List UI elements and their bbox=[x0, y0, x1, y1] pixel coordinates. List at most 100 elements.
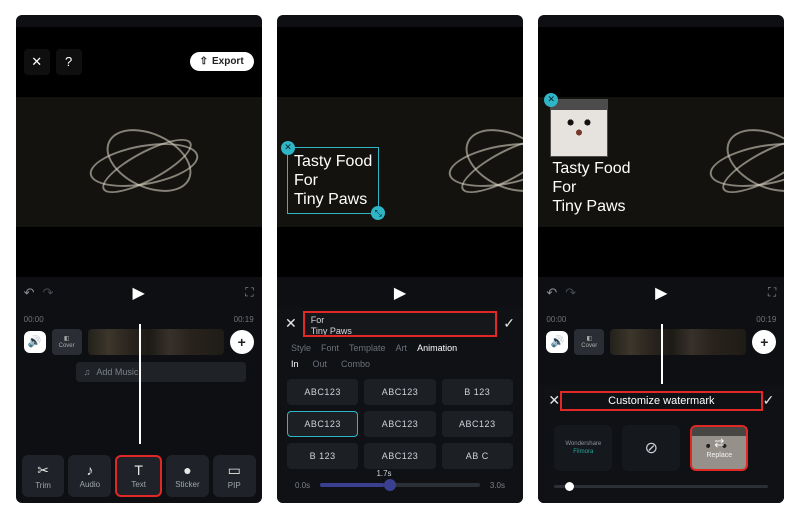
preview-area: ✕ Tasty Food For Tiny Paws ⤡ bbox=[277, 27, 523, 277]
video-track-row: 🔊 ◧ Cover + bbox=[24, 328, 254, 356]
animation-subtabs: In Out Combo bbox=[277, 355, 523, 373]
add-clip-button[interactable]: + bbox=[752, 330, 776, 354]
help-icon: ? bbox=[65, 54, 72, 69]
text-input[interactable]: For Tiny Paws bbox=[303, 311, 498, 337]
text-tabs: Style Font Template Art Animation bbox=[277, 341, 523, 355]
cover-label: Cover bbox=[581, 343, 597, 349]
panel-close-button[interactable]: ✕ bbox=[548, 392, 560, 409]
preview-area: ✕ ? ⇧ Export bbox=[16, 27, 262, 277]
tab-template[interactable]: Template bbox=[349, 343, 386, 353]
fullscreen-button[interactable]: ⛶ bbox=[245, 285, 253, 300]
watermark-panel-header: ✕ Customize watermark ✓ bbox=[538, 385, 784, 417]
anim-preset[interactable]: ABC123 bbox=[364, 411, 435, 437]
duration-slider[interactable]: 1.7s bbox=[320, 483, 480, 487]
none-icon: ⊘ bbox=[645, 438, 658, 458]
preview-area: ✕ Tasty Food For Tiny Paws bbox=[538, 27, 784, 277]
video-clip[interactable] bbox=[610, 329, 746, 355]
panel-close-button[interactable]: ✕ bbox=[285, 315, 297, 332]
transport-row: ▶ bbox=[277, 279, 523, 307]
video-preview[interactable] bbox=[16, 97, 262, 227]
sticker-delete-handle[interactable]: ✕ bbox=[544, 93, 558, 107]
playhead[interactable] bbox=[139, 324, 141, 444]
screen-editor-main: ✕ ? ⇧ Export ↶ ↷ ▶ ⛶ 00:00 00:19 🔊 ◧ bbox=[16, 15, 262, 503]
tab-art[interactable]: Art bbox=[396, 343, 408, 353]
cat-image bbox=[551, 100, 607, 156]
pip-icon: ▭ bbox=[228, 462, 241, 479]
tool-label: Audio bbox=[80, 480, 100, 489]
overlay-line: Tasty Food bbox=[294, 152, 372, 171]
text-input-row: ✕ For Tiny Paws ✓ bbox=[277, 307, 523, 341]
note-icon: ♪ bbox=[86, 462, 93, 478]
panel-confirm-button[interactable]: ✓ bbox=[763, 392, 775, 409]
subtab-in[interactable]: In bbox=[291, 359, 299, 369]
swap-icon: ⇄ bbox=[714, 436, 724, 450]
anim-preset[interactable]: ABC123 bbox=[364, 443, 435, 469]
input-line: Tiny Paws bbox=[311, 326, 490, 337]
anim-preset[interactable]: ABC123 bbox=[364, 379, 435, 405]
undo-button[interactable]: ↶ bbox=[24, 285, 35, 301]
overlay-line: Tiny Paws bbox=[552, 197, 630, 216]
mute-button[interactable]: 🔊 bbox=[24, 331, 46, 353]
input-line: For bbox=[311, 315, 490, 326]
cover-icon: ◧ bbox=[586, 335, 592, 342]
speaker-icon: 🔊 bbox=[28, 335, 42, 348]
anim-preset[interactable]: B 123 bbox=[442, 379, 513, 405]
tab-animation[interactable]: Animation bbox=[417, 343, 457, 353]
playhead[interactable] bbox=[661, 324, 663, 384]
anim-preset[interactable]: ABC123 bbox=[442, 411, 513, 437]
tool-text[interactable]: T Text bbox=[115, 455, 162, 497]
mute-button[interactable]: 🔊 bbox=[546, 331, 568, 353]
watermark-sticker[interactable]: ✕ bbox=[550, 99, 608, 157]
tool-pip[interactable]: ▭ PIP bbox=[213, 455, 256, 497]
overlay-line: For bbox=[552, 178, 630, 197]
add-clip-button[interactable]: + bbox=[230, 330, 254, 354]
anim-preset[interactable]: ABC123 bbox=[287, 411, 358, 437]
timeline[interactable]: 00:00 00:19 🔊 ◧ Cover + bbox=[538, 315, 784, 356]
export-button[interactable]: ⇧ Export bbox=[190, 52, 254, 71]
duration-value: 1.7s bbox=[376, 469, 391, 478]
tool-trim[interactable]: ✂ Trim bbox=[22, 455, 65, 497]
subtab-combo[interactable]: Combo bbox=[341, 359, 370, 369]
video-track-row: 🔊 ◧ Cover + bbox=[546, 328, 776, 356]
panel-confirm-button[interactable]: ✓ bbox=[503, 315, 515, 332]
tab-style[interactable]: Style bbox=[291, 343, 311, 353]
timeline-ruler: 00:00 00:19 bbox=[24, 315, 254, 324]
tool-sticker[interactable]: ● Sticker bbox=[166, 455, 209, 497]
anim-preset[interactable]: ABC123 bbox=[287, 379, 358, 405]
redo-button[interactable]: ↷ bbox=[43, 285, 54, 301]
close-button[interactable]: ✕ bbox=[24, 49, 50, 75]
text-overlay[interactable]: ✕ Tasty Food For Tiny Paws ⤡ bbox=[287, 147, 379, 215]
fullscreen-button[interactable]: ⛶ bbox=[768, 285, 776, 300]
bottom-tool-bar: ✂ Trim ♪ Audio T Text ● Sticker ▭ PIP bbox=[16, 455, 262, 497]
video-clip[interactable] bbox=[88, 329, 224, 355]
undo-button[interactable]: ↶ bbox=[546, 285, 557, 301]
preview-graphic bbox=[699, 117, 784, 207]
watermark-opacity-slider[interactable] bbox=[554, 485, 768, 488]
tab-font[interactable]: Font bbox=[321, 343, 339, 353]
ruler-tick: 00:00 bbox=[546, 315, 566, 324]
anim-preset[interactable]: AB C bbox=[442, 443, 513, 469]
play-button[interactable]: ▶ bbox=[133, 283, 145, 303]
transport-row: ↶ ↷ ▶ ⛶ bbox=[16, 279, 262, 307]
cover-button[interactable]: ◧ Cover bbox=[574, 329, 604, 355]
add-music-track[interactable]: ♫ Add Music bbox=[76, 362, 246, 382]
anim-preset[interactable]: B 123 bbox=[287, 443, 358, 469]
help-button[interactable]: ? bbox=[56, 49, 82, 75]
export-label: Export bbox=[212, 56, 244, 67]
play-button[interactable]: ▶ bbox=[394, 283, 406, 303]
watermark-option-replace[interactable]: ⇄ Replace bbox=[690, 425, 748, 471]
replace-label: Replace bbox=[706, 452, 732, 459]
play-button[interactable]: ▶ bbox=[655, 283, 667, 303]
overlay-delete-handle[interactable]: ✕ bbox=[281, 141, 295, 155]
timeline[interactable]: 00:00 00:19 🔊 ◧ Cover + ♫ Add Music bbox=[16, 315, 262, 382]
watermark-option-none[interactable]: ⊘ bbox=[622, 425, 680, 471]
redo-button[interactable]: ↷ bbox=[565, 285, 576, 301]
watermark-option-filmora[interactable]: Wondershare Filmora bbox=[554, 425, 612, 471]
overlay-line: Tiny Paws bbox=[294, 190, 372, 209]
tool-audio[interactable]: ♪ Audio bbox=[68, 455, 111, 497]
overlay-line: For bbox=[294, 171, 372, 190]
timeline-ruler: 00:00 00:19 bbox=[546, 315, 776, 324]
cover-button[interactable]: ◧ Cover bbox=[52, 329, 82, 355]
watermark-panel-title: Customize watermark bbox=[560, 391, 763, 411]
subtab-out[interactable]: Out bbox=[313, 359, 328, 369]
